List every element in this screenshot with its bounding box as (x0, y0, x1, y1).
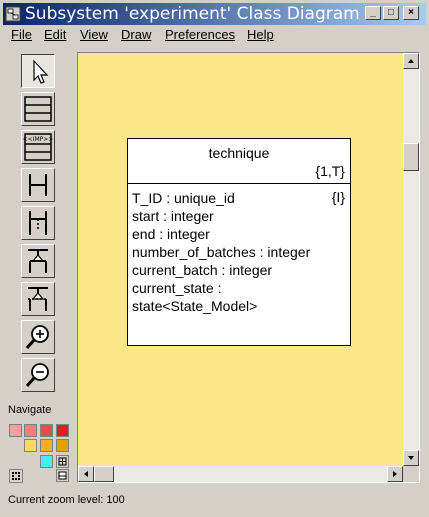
menu-preferences[interactable]: Preferences (165, 27, 235, 43)
attribute: current_state : (132, 280, 222, 296)
inheritance-dashed-icon (28, 287, 48, 311)
class-box-icon (24, 96, 52, 122)
arrow-left-icon (84, 471, 88, 477)
minimize-button[interactable]: _ (365, 6, 381, 20)
grid-view-icon[interactable] (56, 455, 69, 468)
identifier-tag: {I} (331, 189, 345, 205)
association-tool[interactable] (21, 168, 55, 202)
menu-preferences-label: Preferences (165, 27, 236, 42)
scroll-left-button[interactable] (78, 466, 94, 482)
navigate-color-1[interactable] (9, 424, 22, 437)
class-tool[interactable] (21, 92, 55, 126)
status-bar: Current zoom level: 100 (8, 494, 125, 506)
app-icon[interactable] (5, 6, 21, 22)
tool-palette: <<IMP>> (18, 52, 60, 397)
attribute: current_batch : integer (132, 262, 273, 278)
attribute-list: T_ID : unique_id start : integer end : i… (132, 189, 310, 315)
imported-class-icon: <<IMP>> (23, 133, 54, 161)
vertical-scroll-thumb[interactable] (403, 143, 419, 171)
scroll-up-button[interactable] (403, 53, 419, 69)
menu-edit[interactable]: Edit (44, 27, 66, 43)
inheritance-tool[interactable] (21, 244, 55, 278)
application-window: Subsystem 'experiment' Class Diagram ...… (0, 0, 429, 517)
attribute: state<State_Model> (132, 298, 258, 314)
inheritance-dashed-tool[interactable] (21, 282, 55, 316)
select-tool[interactable] (21, 54, 55, 88)
overview-grid-icon[interactable] (9, 469, 23, 483)
zoom-in-tool[interactable] (21, 320, 55, 354)
attribute: end : integer (132, 226, 210, 242)
menu-help[interactable]: Help (247, 27, 274, 43)
menu-file-label: File (11, 27, 32, 42)
window-title: Subsystem 'experiment' Class Diagram ... (25, 4, 382, 24)
association-icon (29, 174, 47, 196)
imp-text: <<IMP>> (23, 136, 54, 143)
navigate-color-6[interactable] (40, 439, 53, 452)
arrow-down-icon (408, 456, 414, 460)
maximize-button[interactable]: □ (383, 6, 399, 20)
navigate-color-4[interactable] (56, 424, 69, 437)
navigate-color-5[interactable] (24, 439, 37, 452)
navigate-label: Navigate (8, 404, 52, 416)
inheritance-icon (28, 249, 48, 273)
arrow-up-icon (408, 59, 414, 63)
diagram-canvas[interactable]: technique {1,T} T_ID : unique_id start :… (78, 53, 403, 466)
menu-bar: File Edit View Draw Preferences Help (3, 26, 426, 44)
menu-help-label: Help (247, 27, 274, 42)
vertical-scrollbar[interactable] (403, 53, 419, 466)
navigate-color-7[interactable] (56, 439, 69, 452)
class-box-technique[interactable]: technique {1,T} T_ID : unique_id start :… (127, 138, 351, 346)
navigate-color-2[interactable] (24, 424, 37, 437)
arrow-pointer-icon (33, 59, 49, 84)
menu-edit-label: Edit (44, 27, 67, 42)
menu-view[interactable]: View (80, 27, 108, 43)
menu-draw[interactable]: Draw (121, 27, 151, 43)
navigate-color-8[interactable] (40, 455, 53, 468)
document-icon[interactable] (56, 469, 69, 482)
close-button[interactable]: × (403, 6, 419, 20)
attribute: start : integer (132, 208, 214, 224)
associative-tool[interactable] (21, 206, 55, 240)
class-name: technique (208, 145, 270, 161)
attribute: number_of_batches : integer (132, 244, 311, 260)
scroll-down-button[interactable] (403, 450, 419, 466)
menu-draw-label: Draw (121, 27, 152, 42)
attribute: T_ID : unique_id (132, 190, 235, 206)
scroll-corner (403, 466, 419, 482)
zoom-out-tool[interactable] (21, 358, 55, 392)
class-divider (128, 183, 350, 184)
zoom-in-icon (25, 325, 49, 349)
menu-view-label: View (80, 27, 108, 42)
scroll-right-button[interactable] (387, 466, 403, 482)
associative-link-icon (29, 211, 47, 235)
arrow-right-icon (393, 471, 397, 477)
imported-class-tool[interactable]: <<IMP>> (21, 130, 55, 164)
horizontal-scroll-thumb[interactable] (94, 466, 114, 482)
class-key-letters: {1,T} (315, 163, 345, 179)
horizontal-scrollbar[interactable] (78, 466, 403, 482)
menu-file[interactable]: File (11, 27, 32, 43)
navigate-color-3[interactable] (40, 424, 53, 437)
title-bar[interactable]: Subsystem 'experiment' Class Diagram ...… (3, 3, 426, 25)
zoom-out-icon (25, 363, 49, 387)
